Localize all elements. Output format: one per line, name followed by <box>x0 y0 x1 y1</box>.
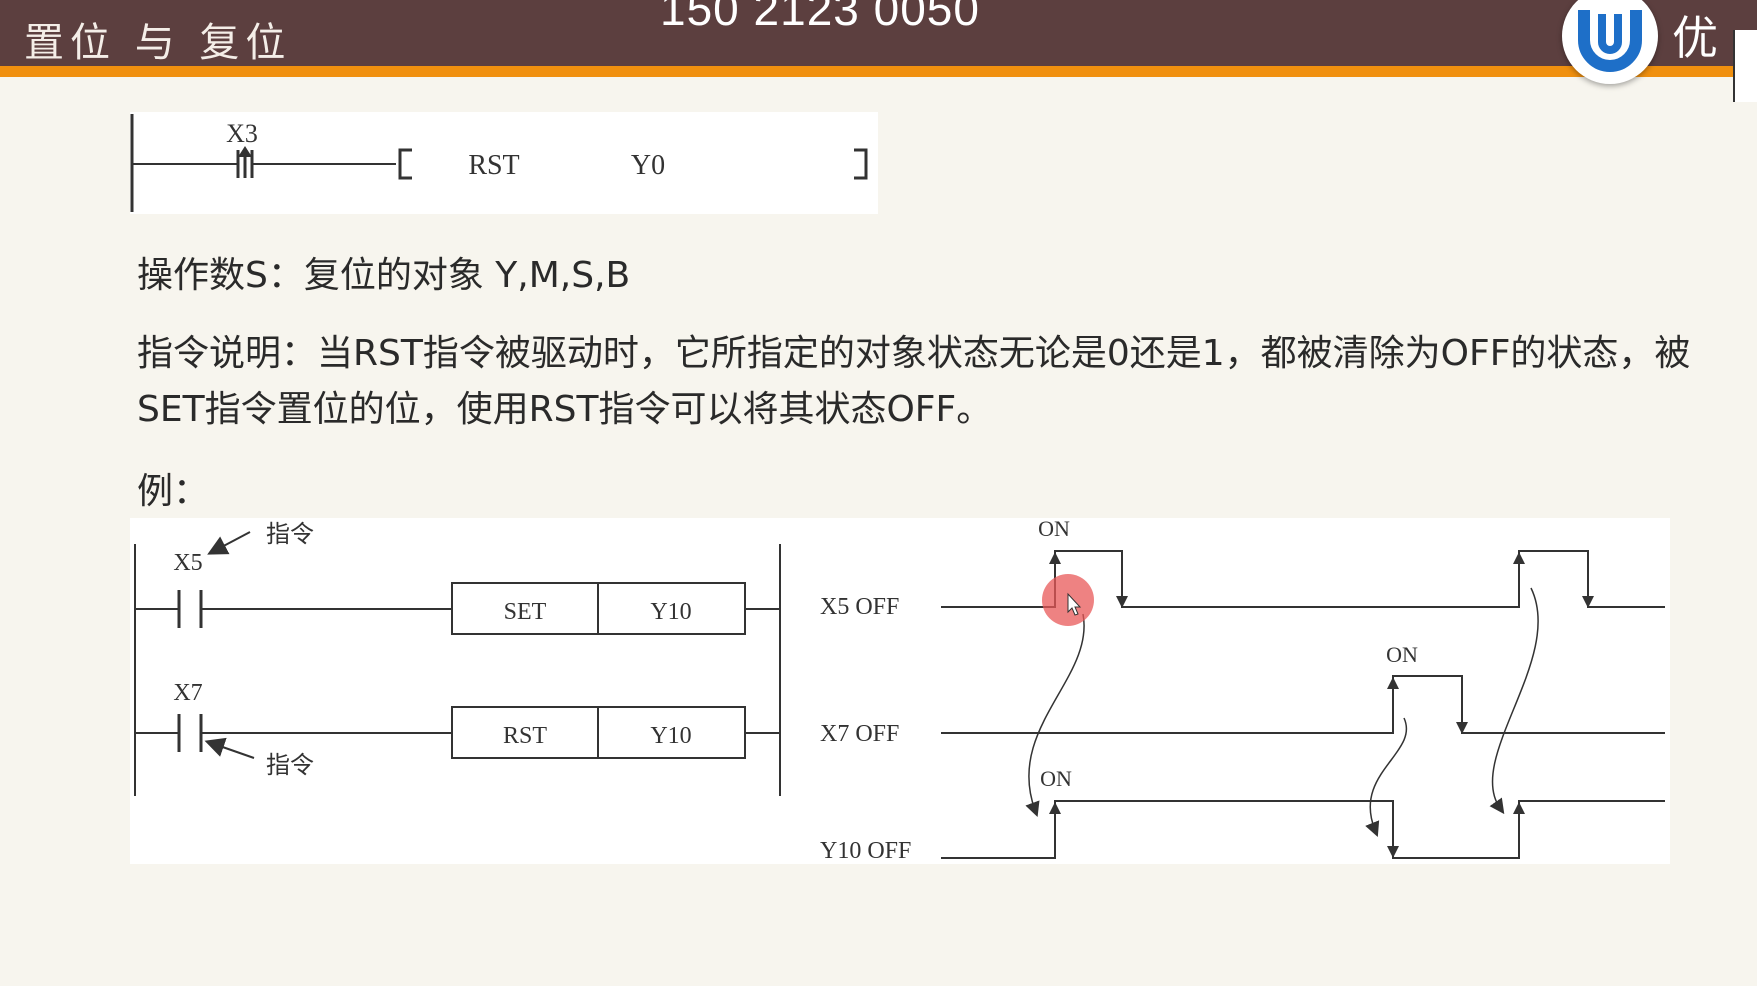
timing-x7-label: X7 OFF <box>820 721 899 747</box>
timing-x7-on-label: ON <box>1386 642 1418 667</box>
operand-description: 操作数S：复位的对象 Y,M,S,B <box>137 255 631 296</box>
rung1-operand: Y10 <box>650 599 691 625</box>
example-label: 例： <box>137 471 210 512</box>
timing-x5-label: X5 OFF <box>820 594 899 620</box>
rung2-callout: 指令 <box>266 752 314 779</box>
rung2-instruction: RST <box>503 723 547 749</box>
slide-title: 置位 与 复位 <box>24 20 292 66</box>
timing-y10-on-label: ON <box>1040 766 1072 791</box>
example-svg: X5 指令 SET Y10 X7 指令 RST Y10 X5 OFF X7 OF… <box>134 516 1665 864</box>
rung1-callout: 指令 <box>266 521 314 548</box>
ladder-diagram-top: X3 RST Y0 <box>130 112 878 214</box>
timing-y10-waveform <box>941 800 1665 859</box>
logo-text: 优 <box>1672 11 1718 65</box>
ladder-top-contact-label: X3 <box>226 119 258 148</box>
timing-x7-waveform <box>941 675 1665 734</box>
ladder-top-svg: X3 RST Y0 <box>130 114 868 212</box>
ladder-top-instruction: RST <box>468 150 519 181</box>
logo-u-icon <box>1578 10 1642 72</box>
rung1-contact-label: X5 <box>173 550 202 576</box>
rung2-contact-label: X7 <box>173 680 202 706</box>
instruction-description: 指令说明：当RST指令被驱动时，它所指定的对象状态无论是0还是1，都被清除为OF… <box>137 333 1691 430</box>
example-diagram: X5 指令 SET Y10 X7 指令 RST Y10 X5 OFF X7 OF… <box>130 516 1670 864</box>
rung2-operand: Y10 <box>650 723 691 749</box>
phone-number: 150 2123 0050 <box>660 0 980 35</box>
ladder-top-operand: Y0 <box>631 150 665 181</box>
logo <box>1562 0 1658 84</box>
window-edge <box>1733 30 1757 102</box>
timing-y10-label: Y10 OFF <box>820 838 911 864</box>
rung1-instruction: SET <box>504 599 547 625</box>
timing-x5-on-label: ON <box>1038 518 1070 541</box>
